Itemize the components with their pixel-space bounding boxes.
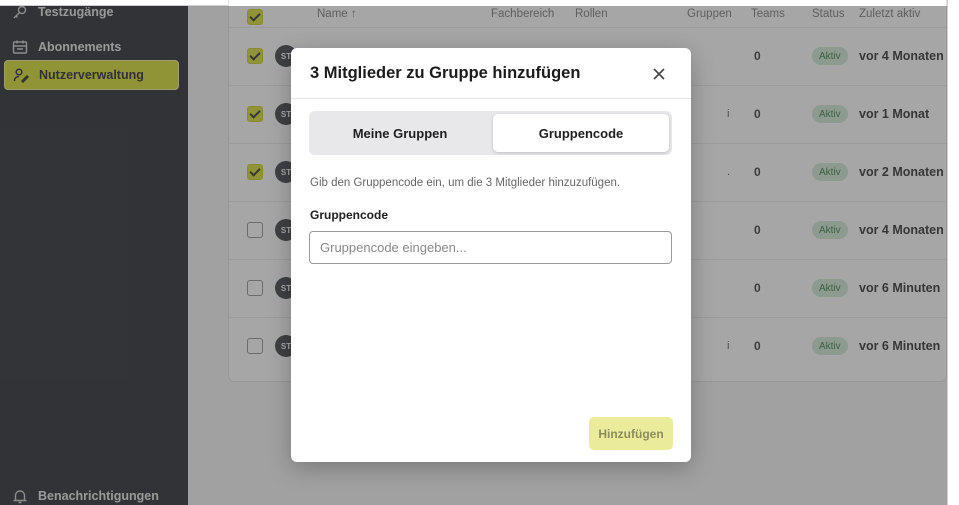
group-source-tabs: Meine Gruppen Gruppencode <box>309 111 672 155</box>
group-code-input[interactable] <box>309 231 672 264</box>
close-icon <box>653 68 665 80</box>
add-to-group-dialog: 3 Mitglieder zu Gruppe hinzufügen Meine … <box>291 48 691 462</box>
tab-gruppencode[interactable]: Gruppencode <box>493 114 669 152</box>
dialog-title: 3 Mitglieder zu Gruppe hinzufügen <box>310 64 581 82</box>
group-code-label: Gruppencode <box>310 208 389 222</box>
tab-meine-gruppen[interactable]: Meine Gruppen <box>312 114 488 152</box>
right-border <box>947 0 948 505</box>
dialog-divider <box>291 98 691 99</box>
add-button[interactable]: Hinzufügen <box>589 417 673 450</box>
close-button[interactable] <box>649 64 669 84</box>
dialog-description: Gib den Gruppencode ein, um die 3 Mitgli… <box>310 177 621 189</box>
app-window: Testzugänge Abonnements Nutzerverwaltung… <box>0 0 959 505</box>
